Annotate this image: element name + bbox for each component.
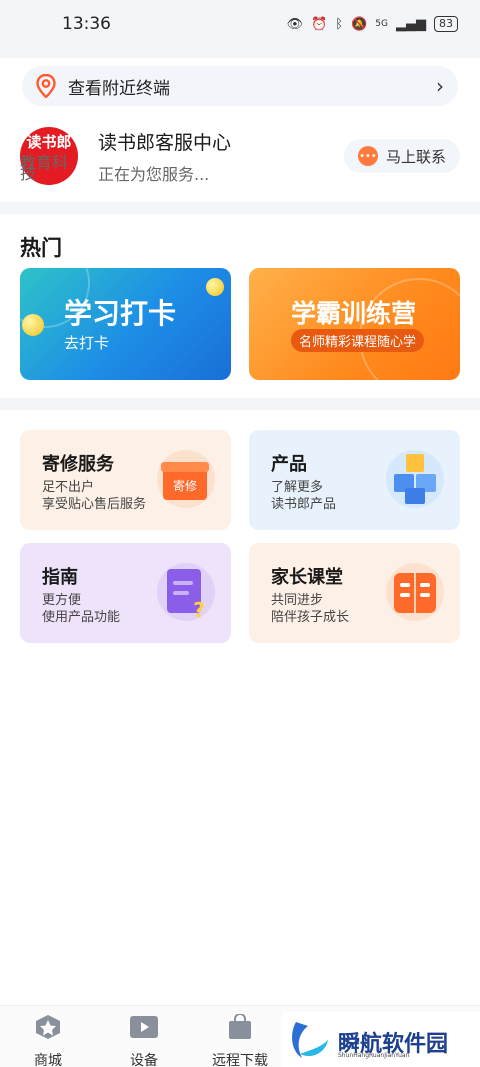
coin-icon <box>206 278 224 296</box>
signal-icon: ▂▄▆ <box>396 16 426 32</box>
customer-service-row: 读书郎 教育科技 读书郎客服中心 正在为您服务... ••• 马上联系 <box>20 124 460 188</box>
card-line2: 使用产品功能 <box>42 610 121 625</box>
tab-device[interactable]: 设备 <box>104 1014 184 1067</box>
battery-level: 83 <box>439 17 453 30</box>
chat-bubble-icon: ••• <box>357 146 378 166</box>
tab-label: 设备 <box>130 1053 158 1067</box>
banner-title: 学霸训练营 <box>291 299 417 328</box>
bag-icon <box>229 1013 251 1039</box>
card-title: 产品 <box>271 454 307 475</box>
products-card[interactable]: 产品 了解更多 读书郎产品 <box>249 430 460 530</box>
star-icon <box>36 1015 60 1039</box>
brand-logo: 读书郎 教育科技 <box>20 127 78 185</box>
parent-class-card[interactable]: 家长课堂 共同进步 陪伴孩子成长 <box>249 543 460 643</box>
service-subtitle: 正在为您服务... <box>98 164 210 184</box>
card-title: 寄修服务 <box>42 454 114 475</box>
card-line2: 享受贴心售后服务 <box>42 497 147 512</box>
battery-icon: 83 <box>434 16 458 32</box>
tab-remote-download[interactable]: 远程下载 <box>200 1013 280 1067</box>
play-icon <box>130 1016 158 1038</box>
bluetooth-icon: ᛒ <box>335 16 344 32</box>
card-line2: 读书郎产品 <box>271 497 337 512</box>
study-checkin-banner[interactable]: 学习打卡 去打卡 <box>20 268 231 380</box>
eye-icon: 👁 <box>286 16 304 32</box>
document-question-icon: ? <box>157 563 215 622</box>
section-divider <box>0 398 480 410</box>
card-title: 家长课堂 <box>271 567 343 588</box>
header-spacer <box>0 48 480 58</box>
svg-text:?: ? <box>193 598 205 622</box>
card-line2: 陪伴孩子成长 <box>271 610 350 625</box>
watermark-subtext: ShunHangRuanJianYuan <box>338 1052 410 1059</box>
watermark: 瞬航软件园 ShunHangRuanJianYuan <box>282 1012 480 1067</box>
contact-button[interactable]: ••• 马上联系 <box>343 139 460 173</box>
watermark-logo-icon <box>292 1022 328 1058</box>
network-label: 5G <box>375 19 388 29</box>
repair-icon-label: 寄修 <box>173 478 197 493</box>
banner-subtitle: 名师精彩课程随心学 <box>291 329 425 352</box>
card-title: 指南 <box>42 567 78 588</box>
book-icon <box>386 563 444 621</box>
coin-icon <box>22 314 44 336</box>
logo-subtext: 教育科技 <box>20 153 69 183</box>
banner-subtitle: 去打卡 <box>64 334 110 352</box>
location-pin-icon <box>36 74 56 98</box>
status-time: 13:36 <box>62 14 111 34</box>
nearby-label: 查看附近终端 <box>68 78 170 99</box>
section-divider <box>0 202 480 214</box>
banner-title: 学习打卡 <box>64 297 177 330</box>
alarm-icon: ⏰ <box>311 16 328 32</box>
service-info: 读书郎客服中心 正在为您服务... <box>98 128 344 185</box>
hot-section-title: 热门 <box>20 236 62 260</box>
guide-card[interactable]: 指南 更方便 使用产品功能 ? <box>20 543 231 643</box>
mute-icon: 🔕 <box>351 16 368 32</box>
tab-label: 商城 <box>34 1053 62 1067</box>
status-icons: 👁 ⏰ ᛒ 🔕 5G ▂▄▆ 83 <box>287 16 458 32</box>
repair-box-icon: 寄修 <box>157 450 215 508</box>
status-bar: 13:36 👁 ⏰ ᛒ 🔕 5G ▂▄▆ 83 <box>0 0 480 48</box>
logo-text: 读书郎 <box>26 133 72 151</box>
tab-label: 远程下载 <box>212 1053 268 1067</box>
training-camp-banner[interactable]: 学霸训练营 名师精彩课程随心学 <box>249 268 460 380</box>
tab-mall[interactable]: 商城 <box>8 1014 88 1067</box>
service-title: 读书郎客服中心 <box>98 131 232 154</box>
chevron-right-icon: › <box>436 74 444 98</box>
nearby-terminals-button[interactable]: 查看附近终端 › <box>22 66 458 106</box>
cubes-icon <box>386 450 444 508</box>
contact-label: 马上联系 <box>385 147 446 166</box>
repair-service-card[interactable]: 寄修服务 足不出户 享受贴心售后服务 寄修 <box>20 430 231 530</box>
